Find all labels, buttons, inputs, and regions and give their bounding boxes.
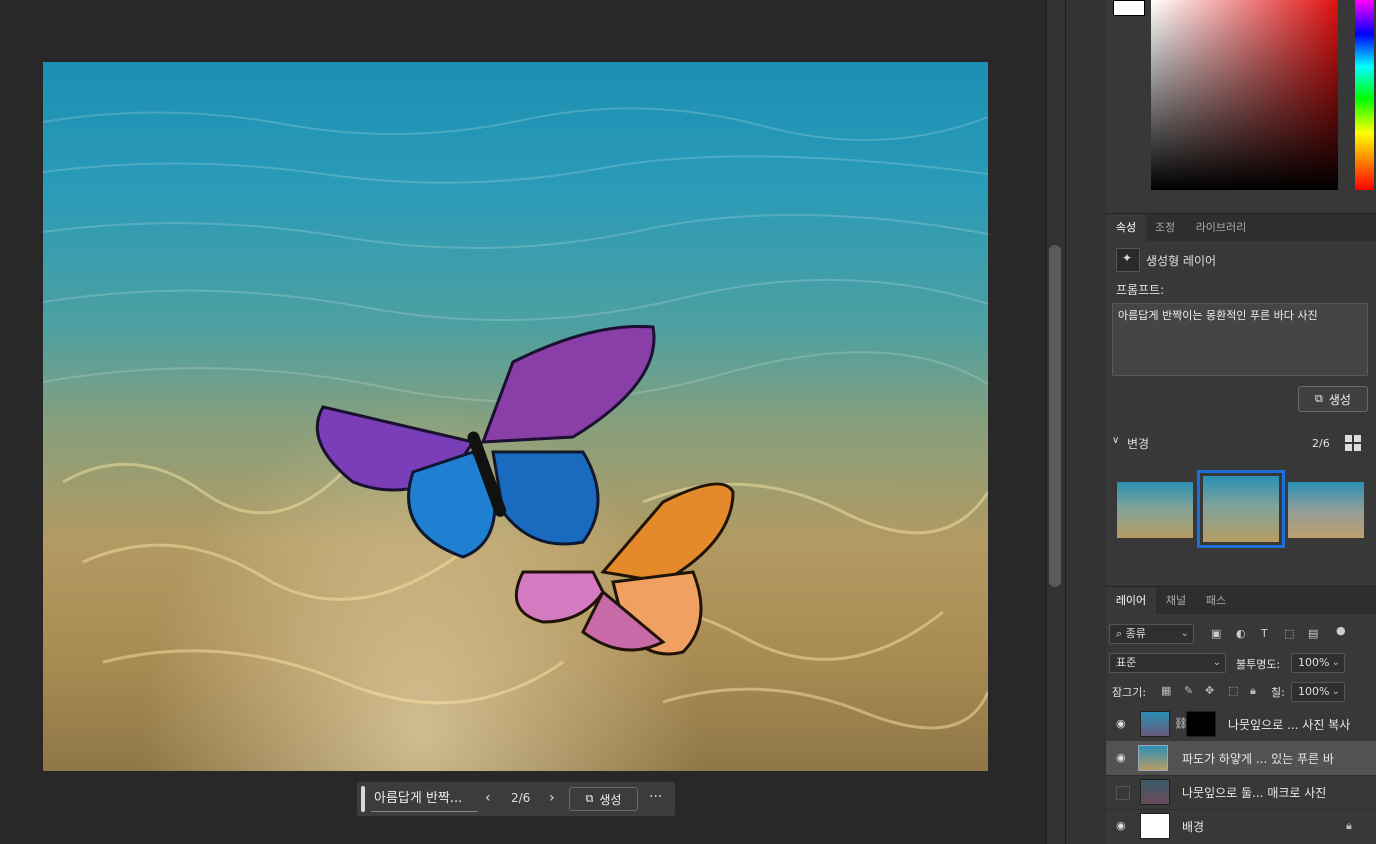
lock-all-icon[interactable]: 🔒︎: [1250, 684, 1256, 698]
fill-value: 100%: [1298, 685, 1330, 698]
prompt-label: 프롬프트:: [1116, 283, 1165, 297]
layer-name[interactable]: 나뭇잎으로 ... 사진 복사: [1228, 716, 1350, 733]
variation-thumbnail-2[interactable]: [1197, 470, 1285, 548]
generative-layer-icon: ✦: [1116, 248, 1140, 272]
vertical-scroll-thumb[interactable]: [1049, 245, 1061, 587]
variations-counter: 2/6: [1312, 437, 1330, 450]
type-filter-icon[interactable]: T: [1261, 627, 1268, 640]
lock-transparency-icon[interactable]: ▦: [1161, 684, 1171, 697]
next-variation-button[interactable]: ›: [549, 790, 555, 806]
panel-generate-label: 생성: [1328, 392, 1351, 407]
chevron-down-icon[interactable]: ∨: [1112, 435, 1119, 446]
layer-thumbnail: [1140, 779, 1170, 805]
opacity-value: 100%: [1298, 656, 1330, 669]
lock-position-icon[interactable]: ✥: [1205, 684, 1214, 697]
visibility-toggle-empty[interactable]: [1116, 786, 1130, 800]
layer-row[interactable]: ◉ 배경 🔒︎: [1106, 809, 1376, 843]
lock-artboard-icon[interactable]: ⬚: [1228, 684, 1238, 697]
prompt-preview-field[interactable]: 아름답게 반짝...: [371, 787, 478, 812]
generate-label: 생성: [599, 792, 622, 807]
lock-icon: 🔒︎: [1346, 819, 1352, 832]
search-icon: ⌕: [1116, 627, 1126, 640]
tab-paths[interactable]: 패스: [1196, 587, 1236, 614]
visibility-eye-icon[interactable]: ◉: [1116, 717, 1130, 731]
more-options-icon[interactable]: ···: [649, 789, 662, 805]
blend-mode-value: 표준: [1116, 656, 1137, 669]
sea-image: [43, 107, 988, 730]
grid-view-icon[interactable]: [1345, 435, 1361, 451]
generate-icon: ⧉: [1315, 392, 1323, 405]
previous-variation-button[interactable]: ‹: [485, 790, 491, 806]
panel-dock-strip: [1065, 0, 1107, 844]
layer-name[interactable]: 배경: [1182, 818, 1204, 835]
layer-row[interactable]: ◉ 파도가 하얗게 ... 있는 푸른 바: [1106, 741, 1376, 776]
tab-layers[interactable]: 레이어: [1106, 587, 1156, 614]
panel-generate-button[interactable]: ⧉ 생성: [1298, 386, 1368, 412]
color-picker-field[interactable]: [1151, 0, 1338, 190]
drag-handle[interactable]: [361, 786, 365, 812]
layer-row[interactable]: ◉ ⛓ 나뭇잎으로 ... 사진 복사: [1106, 707, 1376, 742]
fill-label: 칠:: [1271, 686, 1285, 699]
tab-libraries[interactable]: 라이브러리: [1184, 214, 1258, 241]
blend-mode-dropdown[interactable]: 표준 ⌄: [1109, 653, 1226, 673]
layers-tabs: 레이어 채널 패스: [1106, 586, 1376, 614]
adjustment-filter-icon[interactable]: ◐: [1236, 627, 1246, 640]
filter-kind-label: 종류: [1125, 627, 1146, 640]
filter-toggle-icon[interactable]: ●: [1336, 624, 1346, 637]
lock-pixels-icon[interactable]: ✎: [1184, 684, 1193, 697]
layer-thumbnail: [1140, 711, 1170, 737]
generate-button[interactable]: ⧉ 생성: [569, 787, 638, 811]
opacity-field[interactable]: 100% ⌄: [1291, 653, 1345, 673]
layer-name[interactable]: 파도가 하얗게 ... 있는 푸른 바: [1182, 750, 1334, 767]
layer-type-label: 생성형 레이어: [1146, 254, 1217, 268]
lock-label: 잠그기:: [1112, 686, 1147, 699]
tab-properties[interactable]: 속성: [1106, 214, 1146, 241]
contextual-task-bar: 아름답게 반짝... ‹ 2/6 › ⧉ 생성 ···: [356, 781, 676, 817]
variations-label: 변경: [1127, 437, 1150, 451]
tab-adjustments[interactable]: 조정: [1146, 214, 1184, 241]
hue-slider[interactable]: [1355, 0, 1374, 190]
prompt-input[interactable]: 아름답게 반짝이는 몽환적인 푸른 바다 사진: [1112, 303, 1368, 376]
opacity-label: 불투명도:: [1236, 658, 1281, 671]
layer-mask-thumbnail[interactable]: [1186, 711, 1216, 737]
document-canvas[interactable]: [43, 62, 988, 771]
foreground-color-swatch[interactable]: [1113, 0, 1145, 16]
layer-name[interactable]: 나뭇잎으로 둘... 매크로 사진: [1182, 784, 1326, 801]
fill-field[interactable]: 100% ⌄: [1291, 682, 1345, 702]
image-filter-icon[interactable]: ▣: [1211, 627, 1221, 640]
shape-filter-icon[interactable]: ⬚: [1284, 627, 1294, 640]
variation-thumbnail-1[interactable]: [1117, 482, 1193, 538]
layer-thumbnail: [1138, 745, 1168, 771]
layer-thumbnail: [1140, 813, 1170, 839]
generate-icon: ⧉: [585, 792, 594, 805]
canvas-area[interactable]: 아름답게 반짝... ‹ 2/6 › ⧉ 생성 ···: [0, 0, 1046, 844]
variation-thumbnail-3[interactable]: [1288, 482, 1364, 538]
visibility-eye-icon[interactable]: ◉: [1116, 751, 1130, 765]
properties-tabs: 속성 조정 라이브러리: [1106, 213, 1376, 241]
visibility-eye-icon[interactable]: ◉: [1116, 819, 1130, 833]
tab-channels[interactable]: 채널: [1156, 587, 1196, 614]
butterfly-blue: [315, 324, 656, 559]
variation-counter: 2/6: [511, 791, 531, 805]
smart-object-filter-icon[interactable]: ▤: [1308, 627, 1318, 640]
layer-row[interactable]: 나뭇잎으로 둘... 매크로 사진: [1106, 775, 1376, 810]
layer-filter-dropdown[interactable]: ⌕ 종류 ⌄: [1109, 624, 1194, 644]
